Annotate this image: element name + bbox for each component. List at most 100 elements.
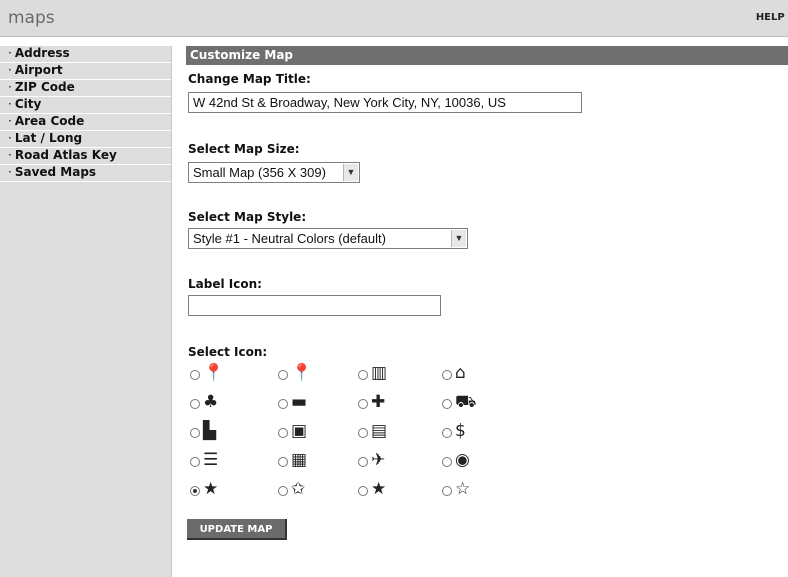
sidebar-item-lat-long[interactable]: · Lat / Long	[0, 131, 171, 148]
chevron-down-icon: ▼	[451, 230, 466, 247]
bullet-icon: ·	[8, 63, 12, 77]
pushpin-icon: 📍	[203, 363, 225, 383]
map-style-label: Select Map Style:	[188, 210, 307, 224]
tree-icon: ♣	[203, 392, 219, 412]
icon-option[interactable]: 📍	[190, 363, 250, 385]
radio-button[interactable]	[190, 370, 200, 380]
bus-icon: ▦	[291, 450, 308, 470]
sidebar-item-label: City	[14, 97, 42, 111]
restaurant-icon: ▤	[371, 421, 388, 441]
logo: maps	[8, 8, 55, 28]
sidebar-item-address[interactable]: · Address	[0, 46, 171, 63]
sidebar: · Address · Airport · ZIP Code · City · Area …	[0, 46, 172, 577]
icon-option[interactable]: ▙	[190, 421, 250, 443]
radio-button[interactable]	[190, 457, 200, 467]
icon-option[interactable]: ✈	[358, 450, 418, 472]
icon-row: ☰ ▦ ✈ ◉	[190, 450, 490, 481]
icon-option[interactable]: 📍	[278, 363, 338, 385]
label-icon-label: Label Icon:	[188, 277, 262, 291]
icon-option[interactable]: ✩	[278, 479, 338, 501]
sidebar-item-label: Airport	[14, 63, 63, 77]
house-icon: ⌂	[455, 363, 466, 383]
top-bar: maps HELP ?	[0, 0, 788, 37]
icon-option[interactable]: ☰	[190, 450, 250, 472]
radio-button[interactable]	[278, 399, 288, 409]
icon-option[interactable]: ▬	[278, 392, 338, 414]
icon-option[interactable]: ⛟	[442, 392, 502, 414]
sidebar-item-label: Saved Maps	[14, 165, 97, 179]
label-icon-input[interactable]	[188, 295, 441, 316]
pushpin-icon: 📍	[291, 363, 313, 383]
icon-grid: 📍 📍 ▥ ⌂ ♣ ▬ ✚ ⛟ ▙ ▣ ▤ $ ☰ ▦ ✈ ◉ ★ ✩ ★ ☆	[190, 363, 490, 510]
map-title-label: Change Map Title:	[188, 72, 311, 86]
sidebar-item-city[interactable]: · City	[0, 97, 171, 114]
radio-button[interactable]	[358, 399, 368, 409]
icon-row: ★ ✩ ★ ☆	[190, 479, 490, 510]
select-icon-label: Select Icon:	[188, 345, 268, 359]
radio-button[interactable]	[358, 457, 368, 467]
map-title-input[interactable]: W 42nd St & Broadway, New York City, NY,…	[188, 92, 582, 113]
radio-button[interactable]	[442, 370, 452, 380]
icon-option[interactable]: ◉	[442, 450, 502, 472]
sidebar-item-label: ZIP Code	[14, 80, 75, 94]
bullet-icon: ·	[8, 114, 12, 128]
radio-button[interactable]	[442, 428, 452, 438]
radio-button[interactable]	[278, 428, 288, 438]
radio-button[interactable]	[442, 486, 452, 496]
sidebar-item-label: Address	[14, 46, 70, 60]
map-size-label: Select Map Size:	[188, 142, 300, 156]
sidebar-item-saved-maps[interactable]: · Saved Maps	[0, 165, 171, 182]
radio-button[interactable]	[278, 457, 288, 467]
icon-row: 📍 📍 ▥ ⌂	[190, 363, 490, 394]
icon-option[interactable]: ▥	[358, 363, 418, 385]
icon-option[interactable]: ☆	[442, 479, 502, 501]
icon-option[interactable]: ✚	[358, 392, 418, 414]
icon-option[interactable]: ★	[190, 479, 250, 501]
icon-row: ▙ ▣ ▤ $	[190, 421, 490, 452]
map-style-select[interactable]: Style #1 - Neutral Colors (default) ▼	[188, 228, 468, 249]
update-map-button[interactable]: UPDATE MAP	[187, 519, 287, 540]
globe-icon: ◉	[455, 450, 470, 470]
sidebar-item-area-code[interactable]: · Area Code	[0, 114, 171, 131]
radio-button[interactable]	[358, 370, 368, 380]
bullet-icon: ·	[8, 148, 12, 162]
section-header: Customize Map	[186, 46, 788, 65]
star-outline-bold-icon: ✩	[291, 479, 306, 499]
map-style-value: Style #1 - Neutral Colors (default)	[193, 231, 386, 246]
icon-option[interactable]: ♣	[190, 392, 250, 414]
radio-button[interactable]	[358, 486, 368, 496]
bullet-icon: ·	[8, 131, 12, 145]
star-filled-icon: ★	[203, 479, 219, 499]
bullet-icon: ·	[8, 97, 12, 111]
chevron-down-icon: ▼	[343, 164, 358, 181]
bullet-icon: ·	[8, 80, 12, 94]
star-outline-icon: ☆	[455, 479, 471, 499]
map-size-select[interactable]: Small Map (356 X 309) ▼	[188, 162, 360, 183]
sidebar-item-airport[interactable]: · Airport	[0, 63, 171, 80]
icon-option[interactable]: ▦	[278, 450, 338, 472]
icon-option[interactable]: ▤	[358, 421, 418, 443]
radio-button[interactable]	[442, 457, 452, 467]
radio-button[interactable]	[190, 428, 200, 438]
sidebar-item-label: Lat / Long	[14, 131, 83, 145]
radio-button[interactable]	[442, 399, 452, 409]
radio-button[interactable]	[278, 370, 288, 380]
radio-button-selected[interactable]	[190, 486, 200, 496]
sidebar-item-zip-code[interactable]: · ZIP Code	[0, 80, 171, 97]
icon-option[interactable]: $	[442, 421, 502, 443]
radio-button[interactable]	[190, 399, 200, 409]
map-size-value: Small Map (356 X 309)	[193, 165, 326, 180]
star-filled-large-icon: ★	[371, 479, 387, 499]
icon-option[interactable]: ★	[358, 479, 418, 501]
sidebar-item-road-atlas-key[interactable]: · Road Atlas Key	[0, 148, 171, 165]
camera-icon: ▣	[291, 421, 308, 441]
medical-cross-icon: ✚	[371, 392, 386, 412]
radio-button[interactable]	[278, 486, 288, 496]
radio-button[interactable]	[358, 428, 368, 438]
icon-option[interactable]: ⌂	[442, 363, 502, 385]
help-link[interactable]: HELP ?	[756, 12, 788, 23]
building-icon: ▥	[371, 363, 388, 383]
airplane-icon: ✈	[371, 450, 386, 470]
icon-row: ♣ ▬ ✚ ⛟	[190, 392, 490, 423]
icon-option[interactable]: ▣	[278, 421, 338, 443]
